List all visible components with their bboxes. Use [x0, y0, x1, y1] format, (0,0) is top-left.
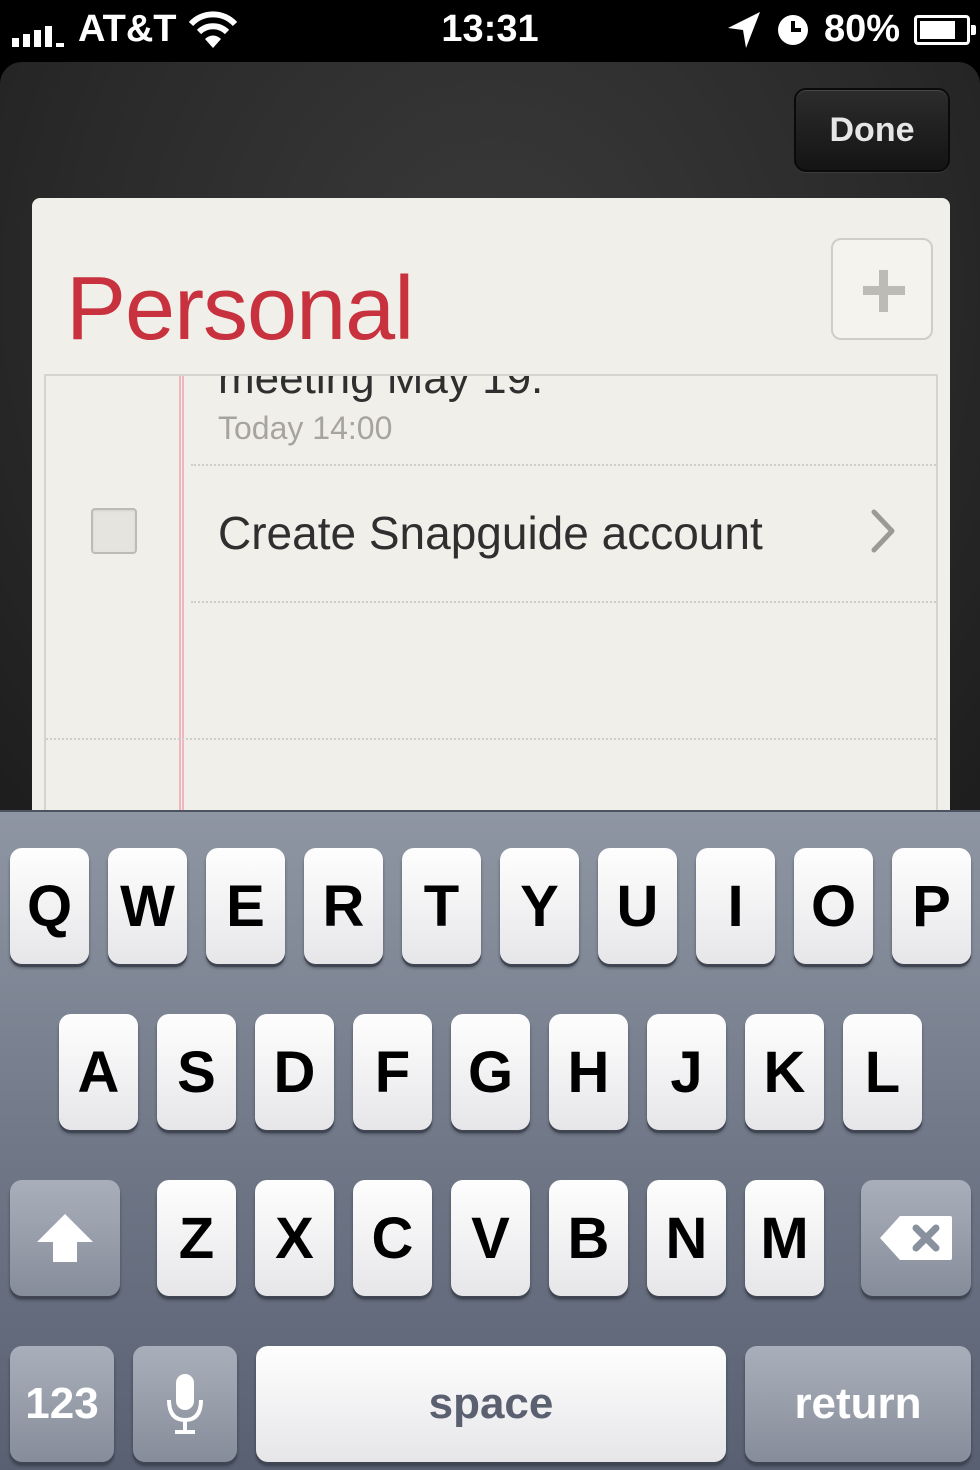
key-i[interactable]: I — [696, 848, 775, 964]
reminder-due-date: Today 14:00 — [218, 410, 393, 446]
key-k[interactable]: K — [745, 1014, 824, 1130]
key-y[interactable]: Y — [500, 848, 579, 964]
reminder-title[interactable]: Create Snapguide account — [218, 506, 763, 560]
key-z[interactable]: Z — [157, 1180, 236, 1296]
list-title: Personal — [66, 259, 414, 359]
key-o[interactable]: O — [794, 848, 873, 964]
keyboard: Q W E R T Y U I O P A S D F G H J K L Z … — [0, 810, 980, 1470]
microphone-icon — [167, 1374, 203, 1434]
row-divider — [191, 601, 936, 603]
key-p[interactable]: P — [892, 848, 971, 964]
return-key[interactable]: return — [745, 1346, 971, 1462]
key-l[interactable]: L — [843, 1014, 922, 1130]
key-w[interactable]: W — [108, 848, 187, 964]
status-right: 80% — [726, 8, 976, 51]
key-u[interactable]: U — [598, 848, 677, 964]
backspace-icon — [880, 1216, 952, 1260]
status-bar: AT&T 13:31 80% — [0, 0, 980, 62]
alarm-clock-icon — [777, 14, 808, 45]
key-b[interactable]: B — [549, 1180, 628, 1296]
key-m[interactable]: M — [745, 1180, 824, 1296]
add-reminder-button[interactable] — [831, 238, 933, 340]
key-h[interactable]: H — [549, 1014, 628, 1130]
key-e[interactable]: E — [206, 848, 285, 964]
row-divider — [46, 738, 936, 740]
margin-line — [179, 376, 184, 822]
key-s[interactable]: S — [157, 1014, 236, 1130]
battery-percent: 80% — [823, 8, 900, 50]
dictation-key[interactable] — [133, 1346, 237, 1462]
shift-key[interactable] — [10, 1180, 120, 1296]
key-x[interactable]: X — [255, 1180, 334, 1296]
shift-icon — [37, 1214, 93, 1262]
key-f[interactable]: F — [353, 1014, 432, 1130]
battery-fill — [920, 20, 955, 39]
key-n[interactable]: N — [647, 1180, 726, 1296]
battery-icon — [914, 14, 976, 45]
key-r[interactable]: R — [304, 848, 383, 964]
key-t[interactable]: T — [402, 848, 481, 964]
key-g[interactable]: G — [451, 1014, 530, 1130]
key-q[interactable]: Q — [10, 848, 89, 964]
key-a[interactable]: A — [59, 1014, 138, 1130]
row-divider — [191, 464, 936, 466]
reminder-title: meeting May 19. — [218, 374, 544, 403]
reminder-checkbox[interactable] — [91, 508, 137, 554]
key-c[interactable]: C — [353, 1180, 432, 1296]
numbers-key[interactable]: 123 — [10, 1346, 114, 1462]
location-arrow-icon — [727, 11, 760, 48]
done-button[interactable]: Done — [794, 88, 950, 172]
key-d[interactable]: D — [255, 1014, 334, 1130]
reminders-list-paper: Personal meeting May 19. Today 14:00 Cre… — [32, 198, 950, 822]
backspace-key[interactable] — [861, 1180, 971, 1296]
reminders-list[interactable]: meeting May 19. Today 14:00 Create Snapg… — [44, 374, 938, 822]
key-j[interactable]: J — [647, 1014, 726, 1130]
space-key[interactable]: space — [256, 1346, 726, 1462]
chevron-right-icon[interactable] — [864, 506, 904, 556]
key-v[interactable]: V — [451, 1180, 530, 1296]
